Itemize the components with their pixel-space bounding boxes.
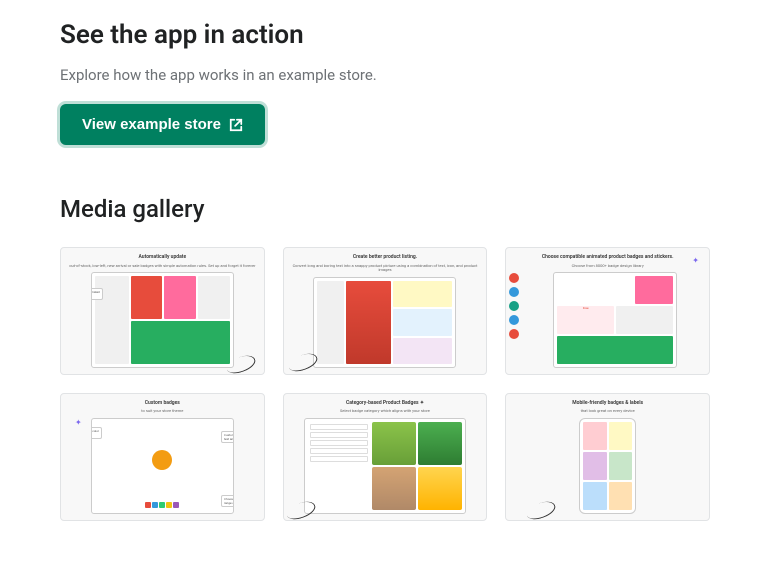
- gallery-grid: Automatically update out-of-stock, low-l…: [60, 247, 710, 521]
- badge-dots: [509, 273, 519, 339]
- thumb-preview: [313, 277, 456, 368]
- thumb-preview: Setup automatedrules once: [91, 272, 234, 368]
- thumb-subtitle: Choose from 8000+ badge design library: [572, 264, 644, 269]
- sparkle-icon: ✦: [692, 256, 699, 265]
- app-action-section: See the app in action Explore how the ap…: [60, 20, 710, 145]
- thumb-preview: Choose your colorand font Customize colo…: [91, 418, 234, 514]
- thumb-preview: [304, 418, 466, 514]
- gallery-item[interactable]: Automatically update out-of-stock, low-l…: [60, 247, 265, 375]
- view-example-store-button[interactable]: View example store: [60, 104, 265, 145]
- thumb-subtitle: to suit your store theme: [141, 409, 183, 414]
- decorative-squiggle: [525, 498, 558, 521]
- thumb-subtitle: Convert long and boring text into a snap…: [290, 264, 481, 274]
- gallery-item[interactable]: Custom badges to suit your store theme C…: [60, 393, 265, 521]
- media-heading: Media gallery: [60, 195, 710, 223]
- thumb-subtitle: Select badge category which aligns with …: [340, 409, 430, 414]
- thumb-title: Custom badges: [145, 400, 180, 407]
- action-heading: See the app in action: [60, 20, 710, 50]
- thumb-subtitle: that look great on every device: [581, 409, 635, 414]
- sparkle-icon: ✦: [75, 418, 82, 427]
- action-description: Explore how the app works in an example …: [60, 66, 710, 84]
- decorative-squiggle: [284, 498, 317, 521]
- thumb-title: Mobile-friendly badges & labels: [572, 400, 643, 407]
- thumb-title: Create better product listing.: [353, 254, 417, 261]
- thumb-title: Category-based Product Badges ✦: [346, 400, 424, 407]
- button-label: View example store: [82, 116, 221, 133]
- media-gallery-section: Media gallery Automatically update out-o…: [60, 195, 710, 521]
- external-link-icon: [229, 118, 243, 132]
- thumb-subtitle: out-of-stock, low-left, new arrival or s…: [69, 264, 255, 269]
- callout-label: Setup automatedrules once: [91, 288, 103, 300]
- gallery-item[interactable]: Create better product listing. Convert l…: [283, 247, 488, 375]
- callout-label: Choose your colorand font: [91, 427, 102, 439]
- gallery-item[interactable]: Mobile-friendly badges & labels that loo…: [505, 393, 710, 521]
- thumb-title: Automatically update: [139, 254, 187, 261]
- thumb-title: Choose compatible animated product badge…: [542, 254, 674, 261]
- decorative-squiggle: [286, 350, 319, 374]
- gallery-item[interactable]: Choose compatible animated product badge…: [505, 247, 710, 375]
- callout-label: Choose from arange of font styles: [221, 495, 234, 507]
- callout-label: Customize colors fortext and background: [221, 431, 234, 443]
- thumb-preview-mobile: [579, 418, 636, 514]
- gallery-item[interactable]: Category-based Product Badges ✦ Select b…: [283, 393, 488, 521]
- thumb-preview: Free: [553, 272, 677, 368]
